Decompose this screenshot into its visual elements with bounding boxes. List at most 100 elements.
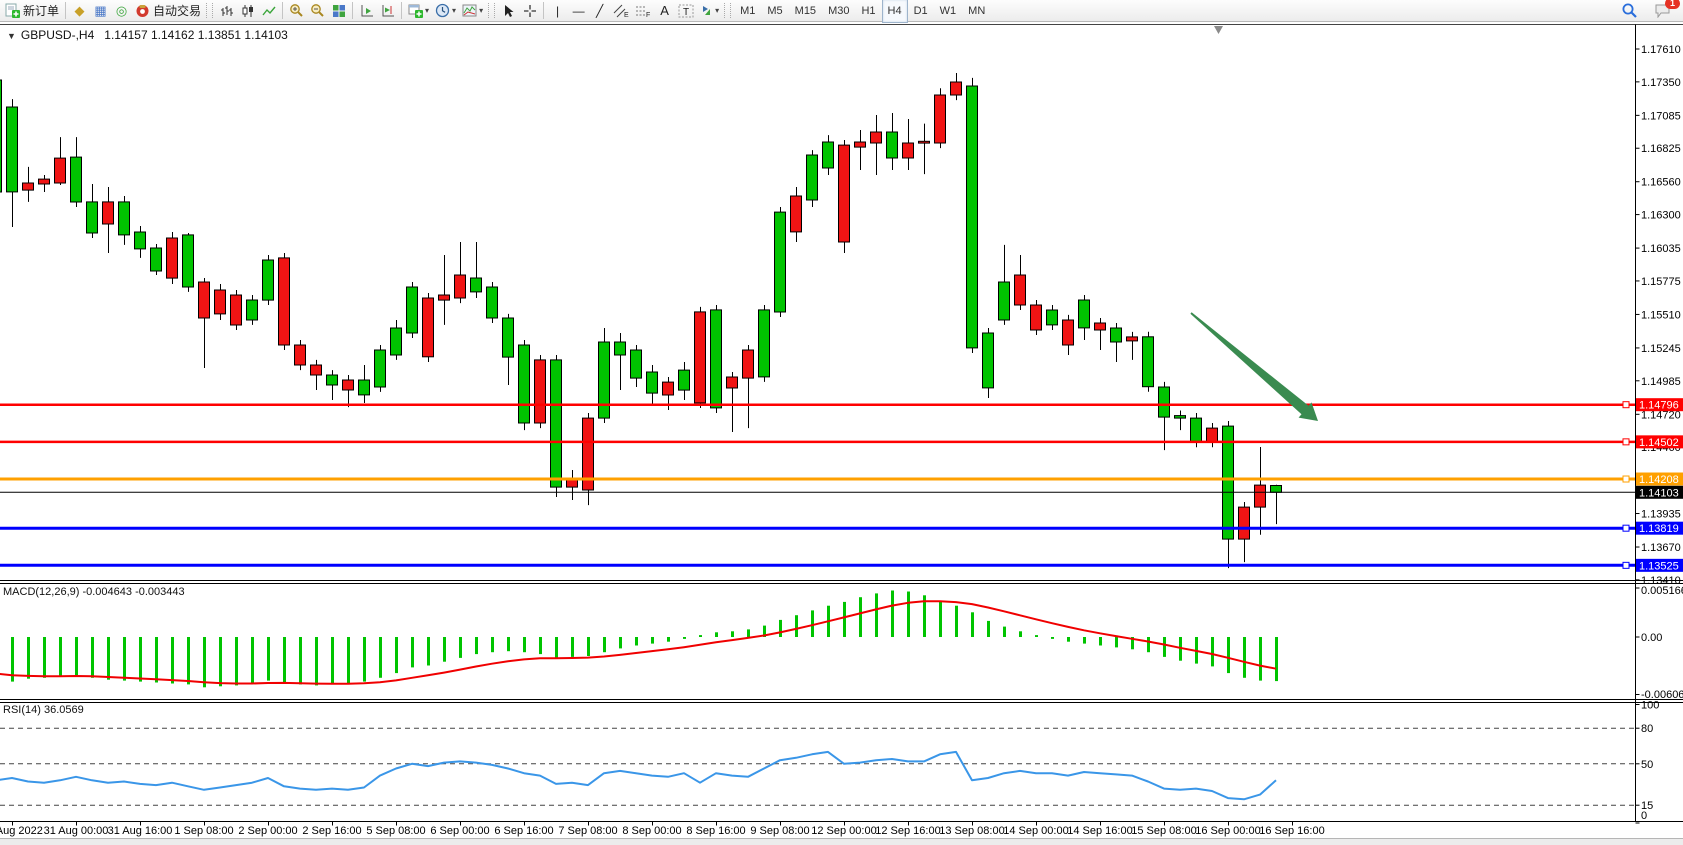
navigator-button[interactable]: ◎ [111,1,132,21]
candle-body [215,290,226,314]
profiles-button[interactable]: ◆ [69,1,90,21]
candle-body [487,287,498,318]
candle-body [247,300,258,320]
market-watch-button[interactable]: ▦ [90,1,111,21]
time-axis-label: 6 Sep 16:00 [494,825,553,837]
chart-canvas[interactable]: 1.176101.173501.170851.168251.165601.163… [0,0,1683,845]
tab-timeframe-d1[interactable]: D1 [908,0,934,23]
tab-timeframe-m15[interactable]: M15 [789,0,822,23]
new-chart-button[interactable]: ▾ [405,1,432,21]
candle-body [887,132,898,158]
tab-timeframe-w1[interactable]: W1 [934,0,963,23]
zoom-out-button[interactable] [307,1,328,21]
candle-body [455,275,466,298]
chart-collapse-icon[interactable]: ▼ [7,31,16,41]
trendline-icon: ╱ [596,5,603,17]
svg-text:F: F [646,12,650,18]
hline-handle[interactable] [1623,525,1629,531]
candle-body [551,360,562,487]
hline-handle[interactable] [1623,402,1629,408]
time-axis-label: 12 Sep 16:00 [875,825,940,837]
bar-chart-button[interactable] [216,1,237,21]
toolbar-grip [488,3,495,18]
text-label-icon: T [678,4,694,18]
candle-body [1079,300,1090,328]
dropdown-caret: ▾ [479,6,483,15]
shift-marker[interactable] [1214,26,1223,34]
notifications-button[interactable]: 1 [1651,1,1675,21]
hline-handle[interactable] [1623,439,1629,445]
tab-timeframe-m30[interactable]: M30 [822,0,855,23]
candle-body [1207,428,1218,442]
arrows-tool-button[interactable]: ▾ [697,1,722,21]
chart-shift-button[interactable] [377,1,398,21]
candle-body [615,342,626,355]
crosshair-button[interactable] [519,1,540,21]
price-tick-label: 1.17085 [1641,110,1681,122]
hline-handle[interactable] [1623,562,1629,568]
auto-scroll-button[interactable] [356,1,377,21]
text-tool-button[interactable]: A [654,1,675,21]
tab-timeframe-m5[interactable]: M5 [761,0,788,23]
rsi-indicator-label: RSI(14) 36.0569 [3,704,84,716]
trendline-tool-button[interactable]: ╱ [589,1,610,21]
tab-timeframe-m1[interactable]: M1 [734,0,761,23]
candle-body [119,202,130,235]
vertical-line-tool-button[interactable]: | [547,1,568,21]
candle-body [695,312,706,403]
hline-handle[interactable] [1623,476,1629,482]
vertical-line-icon: | [556,5,559,17]
fibonacci-tool-button[interactable]: F [632,1,654,21]
autotrading-label: 自动交易 [153,2,201,19]
line-chart-button[interactable] [258,1,279,21]
candle-body [1047,310,1058,325]
candle-body [1111,328,1122,342]
time-axis-label: 12 Sep 00:00 [811,825,876,837]
tile-windows-icon [332,4,346,18]
price-tick-label: 1.17610 [1641,44,1681,56]
candle-body [1271,486,1282,493]
price-tick-label: 1.15775 [1641,276,1681,288]
tab-timeframe-mn[interactable]: MN [962,0,991,23]
periods-button[interactable]: ▾ [432,1,459,21]
indicators-button[interactable]: ▾ [459,1,486,21]
time-axis-label: 9 Sep 08:00 [750,825,809,837]
price-badge-label: 1.14103 [1639,487,1679,499]
window-bottom-edge [0,838,1683,845]
candle-body [791,196,802,232]
cursor-button[interactable] [498,1,519,21]
horizontal-line-tool-button[interactable]: — [568,1,589,21]
time-axis-label: 8 Sep 00:00 [622,825,681,837]
zoom-in-button[interactable] [286,1,307,21]
candle-body [775,212,786,312]
candle-body [7,107,18,192]
macd-axis-label: 0.005166 [1641,585,1683,597]
candle-body [183,235,194,287]
candle-body [1015,275,1026,305]
time-axis-label: 30 Aug 2022 [0,825,43,837]
candle-body [759,310,770,377]
tile-windows-button[interactable] [328,1,349,21]
rsi-axis-label: 80 [1641,723,1653,735]
tab-timeframe-h4[interactable]: H4 [882,0,908,23]
candlestick-chart-icon [241,4,255,18]
time-axis-label: 8 Sep 16:00 [686,825,745,837]
candle-body [295,345,306,365]
new-order-button[interactable]: 新订单 [2,1,62,21]
autotrading-button[interactable]: 自动交易 [132,1,204,21]
label-tool-button[interactable]: T [675,1,697,21]
candle-body [39,179,50,184]
time-axis-label: 16 Sep 16:00 [1259,825,1324,837]
tab-timeframe-h1[interactable]: H1 [855,0,881,23]
candlestick-chart-button[interactable] [237,1,258,21]
candle-body [1255,485,1266,507]
candle-body [855,142,866,147]
notification-badge: 1 [1665,0,1680,9]
horizontal-line-icon: — [573,5,585,17]
candle-body [199,282,210,318]
price-badge-label: 1.13525 [1639,560,1679,572]
price-tick-label: 1.13670 [1641,542,1681,554]
candle-body [103,202,114,224]
search-button[interactable] [1618,1,1641,21]
channel-tool-button[interactable]: E [610,1,632,21]
